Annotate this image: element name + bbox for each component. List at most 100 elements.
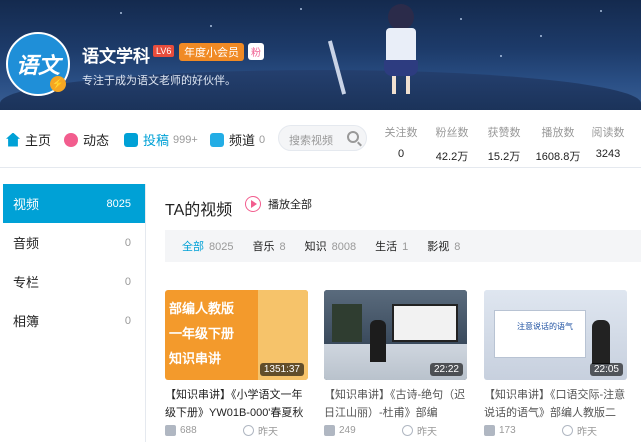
video-meta: 688 昨天 (165, 423, 308, 438)
thumbnail-text: 部编人教版 (169, 301, 235, 316)
banner-character-illustration (370, 0, 430, 95)
sidebar-item-video[interactable]: 视频 8025 (3, 184, 145, 223)
fan-badge[interactable]: 粉 (248, 43, 264, 60)
sidebar-item-count: 0 (124, 314, 131, 327)
video-card[interactable]: 注意说话的语气 22:05 【知识串讲】《口语交际-注意说话的语气》部编人教版二… (484, 290, 627, 438)
filter-all[interactable]: 全部 8025 (182, 238, 233, 254)
play-all-label: 播放全部 (268, 199, 312, 211)
section-title: TA的视频 (165, 202, 233, 219)
upload-time: 昨天 (417, 427, 437, 438)
play-count-icon (324, 425, 335, 436)
search-input[interactable]: 搜索视频 (278, 125, 367, 151)
play-count: 173 (499, 425, 516, 436)
sidebar-item-label: 相簿 (13, 314, 40, 329)
uploads-icon (124, 132, 138, 147)
stat-value: 1608.8万 (535, 151, 581, 163)
thumbnail-caption: 注意说话的语气 (517, 322, 573, 331)
play-count: 249 (339, 425, 356, 436)
filter-film[interactable]: 影视 8 (427, 238, 460, 254)
video-meta: 249 昨天 (324, 423, 467, 438)
filter-bar: 全部 8025 音乐 8 知识 8008 生活 1 影视 8 (165, 230, 641, 262)
sidebar-item-count: 8025 (106, 197, 131, 210)
filter-knowledge[interactable]: 知识 8008 (305, 238, 356, 254)
profile-banner: 语文 ⚡ 语文学科 LV6 年度小会员 粉 专注于成为语文老师的好伙伴。 (0, 0, 641, 110)
tab-home[interactable]: 主页 (6, 130, 51, 149)
video-title[interactable]: 【知识串讲】《口语交际-注意说话的语气》部编人教版二 (484, 386, 627, 422)
stat-label: 播放数 (541, 127, 575, 139)
video-title[interactable]: 【知识串讲】《古诗-绝句（迟日江山丽）-杜甫》部编 (324, 386, 467, 422)
sidebar-item-count: 0 (124, 275, 131, 288)
stat-value: 3243 (595, 148, 621, 160)
projector-screen (494, 310, 586, 358)
video-thumbnail[interactable]: 部编人教版 一年级下册 知识串讲 1351:37 (165, 290, 308, 380)
dynamic-icon (64, 132, 78, 147)
play-count: 688 (180, 425, 197, 436)
video-thumbnail[interactable]: 22:22 (324, 290, 467, 380)
star-decoration (210, 25, 212, 27)
video-card[interactable]: 部编人教版 一年级下册 知识串讲 1351:37 【知识串讲】《小学语文一年级下… (165, 290, 308, 438)
tab-channel-label: 频道 (229, 133, 256, 148)
channel-icon (210, 132, 224, 147)
stat-followers[interactable]: 粉丝数 42.2万 (427, 124, 477, 164)
blackboard (332, 304, 362, 342)
stat-label: 关注数 (384, 127, 418, 139)
tab-uploads-label: 投稿 (143, 133, 170, 148)
home-icon (6, 132, 20, 147)
content-sidebar: 视频 8025 音频 0 专栏 0 相簿 0 (3, 184, 146, 442)
search-placeholder: 搜索视频 (289, 135, 333, 147)
search-icon[interactable] (347, 131, 359, 143)
verified-icon: ⚡ (50, 76, 66, 92)
tab-dynamic-label: 动态 (83, 133, 110, 148)
tab-channel-count: 0 (259, 133, 266, 146)
avatar[interactable]: 语文 ⚡ (6, 32, 70, 96)
upload-time: 昨天 (258, 427, 278, 438)
profile-nav: 主页 动态 投稿 999+ 频道 0 搜索视频 关注数 0 粉丝数 42.2万 … (0, 110, 641, 168)
video-card[interactable]: 22:22 【知识串讲】《古诗-绝句（迟日江山丽）-杜甫》部编 249 昨天 (324, 290, 467, 438)
video-title[interactable]: 【知识串讲】《小学语文一年级下册》YW01B-000'春夏秋 (165, 386, 308, 422)
sidebar-item-album[interactable]: 相簿 0 (3, 301, 145, 340)
video-duration: 22:22 (429, 363, 463, 376)
filter-life[interactable]: 生活 1 (375, 238, 408, 254)
star-decoration (300, 8, 302, 10)
video-thumbnail[interactable]: 注意说话的语气 22:05 (484, 290, 627, 380)
stat-likes: 获赞数 15.2万 (479, 124, 529, 164)
sidebar-item-label: 专栏 (13, 275, 40, 290)
play-count-icon (484, 425, 495, 436)
star-decoration (460, 18, 462, 20)
level-badge: LV6 (153, 45, 175, 57)
sidebar-item-article[interactable]: 专栏 0 (3, 262, 145, 301)
tab-uploads[interactable]: 投稿 999+ (124, 130, 198, 149)
avatar-text: 语文 (15, 53, 60, 79)
play-all-button[interactable]: 播放全部 (245, 196, 312, 212)
clock-icon (243, 425, 254, 436)
tab-home-label: 主页 (25, 133, 52, 148)
video-duration: 1351:37 (259, 363, 304, 376)
stat-value: 0 (397, 148, 405, 160)
stat-following[interactable]: 关注数 0 (376, 124, 426, 160)
sidebar-item-count: 0 (124, 236, 131, 249)
upload-time: 昨天 (577, 427, 597, 438)
stat-label: 阅读数 (591, 127, 625, 139)
video-duration: 22:05 (589, 363, 623, 376)
username[interactable]: 语文学科 (82, 42, 150, 67)
vip-badge[interactable]: 年度小会员 (179, 43, 244, 61)
sidebar-item-label: 视频 (13, 197, 40, 212)
stat-reads: 阅读数 3243 (583, 124, 633, 160)
tab-dynamic[interactable]: 动态 (64, 130, 109, 149)
stat-value: 42.2万 (435, 151, 469, 163)
stat-label: 获赞数 (487, 127, 521, 139)
projector-screen (392, 304, 458, 342)
signature: 专注于成为语文老师的好伙伴。 (82, 75, 236, 87)
stat-value: 15.2万 (487, 151, 521, 163)
tab-channel[interactable]: 频道 0 (210, 130, 265, 149)
sidebar-item-audio[interactable]: 音频 0 (3, 223, 145, 262)
play-count-icon (165, 425, 176, 436)
play-icon (245, 196, 261, 212)
thumbnail-text: 知识串讲 (169, 351, 222, 366)
sidebar-item-label: 音频 (13, 236, 40, 251)
star-decoration (120, 12, 122, 14)
clock-icon (402, 425, 413, 436)
filter-music[interactable]: 音乐 8 (252, 238, 285, 254)
clock-icon (562, 425, 573, 436)
stat-label: 粉丝数 (435, 127, 469, 139)
